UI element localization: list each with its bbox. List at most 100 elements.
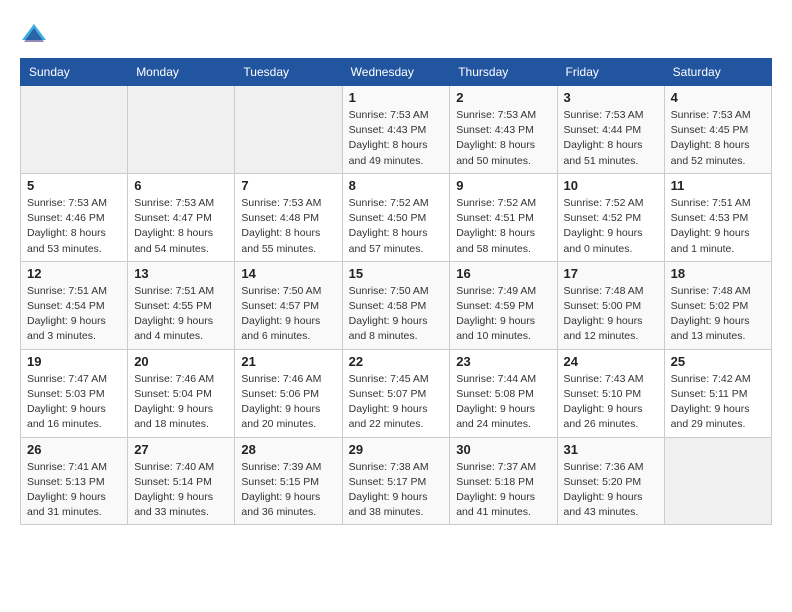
calendar-cell: 10 Sunrise: 7:52 AM Sunset: 4:52 PM Dayli… xyxy=(557,173,664,261)
calendar-cell: 21 Sunrise: 7:46 AM Sunset: 5:06 PM Dayli… xyxy=(235,349,342,437)
weekday-header-sunday: Sunday xyxy=(21,59,128,86)
calendar-header-row: SundayMondayTuesdayWednesdayThursdayFrid… xyxy=(21,59,772,86)
day-info: Sunrise: 7:42 AM Sunset: 5:11 PM Dayligh… xyxy=(671,372,765,433)
day-number: 14 xyxy=(241,266,335,281)
day-number: 22 xyxy=(349,354,444,369)
calendar-cell: 1 Sunrise: 7:53 AM Sunset: 4:43 PM Daylig… xyxy=(342,86,450,174)
calendar-cell: 11Sunrise: 7:51 AM Sunset: 4:53 PM Dayli… xyxy=(664,173,771,261)
weekday-header-wednesday: Wednesday xyxy=(342,59,450,86)
day-info: Sunrise: 7:53 AM Sunset: 4:45 PM Dayligh… xyxy=(671,108,765,169)
day-info: Sunrise: 7:51 AM Sunset: 4:53 PM Dayligh… xyxy=(671,196,765,257)
day-info: Sunrise: 7:53 AM Sunset: 4:47 PM Dayligh… xyxy=(134,196,228,257)
calendar-cell: 24 Sunrise: 7:43 AM Sunset: 5:10 PM Dayli… xyxy=(557,349,664,437)
day-number: 28 xyxy=(241,442,335,457)
day-number: 18 xyxy=(671,266,765,281)
day-number: 19 xyxy=(27,354,121,369)
calendar-cell: 12Sunrise: 7:51 AM Sunset: 4:54 PM Dayli… xyxy=(21,261,128,349)
day-info: Sunrise: 7:53 AM Sunset: 4:46 PM Dayligh… xyxy=(27,196,121,257)
day-number: 20 xyxy=(134,354,228,369)
day-number: 26 xyxy=(27,442,121,457)
weekday-header-monday: Monday xyxy=(128,59,235,86)
calendar-cell xyxy=(664,437,771,525)
day-info: Sunrise: 7:49 AM Sunset: 4:59 PM Dayligh… xyxy=(456,284,550,345)
calendar-cell: 7 Sunrise: 7:53 AM Sunset: 4:48 PM Daylig… xyxy=(235,173,342,261)
calendar-cell: 25 Sunrise: 7:42 AM Sunset: 5:11 PM Dayli… xyxy=(664,349,771,437)
calendar-week-1: 1 Sunrise: 7:53 AM Sunset: 4:43 PM Daylig… xyxy=(21,86,772,174)
calendar-week-2: 5 Sunrise: 7:53 AM Sunset: 4:46 PM Daylig… xyxy=(21,173,772,261)
logo-icon xyxy=(20,20,48,48)
day-info: Sunrise: 7:47 AM Sunset: 5:03 PM Dayligh… xyxy=(27,372,121,433)
calendar-cell: 3Sunrise: 7:53 AM Sunset: 4:44 PM Daylig… xyxy=(557,86,664,174)
day-info: Sunrise: 7:38 AM Sunset: 5:17 PM Dayligh… xyxy=(349,460,444,521)
day-number: 30 xyxy=(456,442,550,457)
day-info: Sunrise: 7:52 AM Sunset: 4:52 PM Dayligh… xyxy=(564,196,658,257)
calendar-cell xyxy=(235,86,342,174)
calendar-cell: 20 Sunrise: 7:46 AM Sunset: 5:04 PM Dayli… xyxy=(128,349,235,437)
day-number: 21 xyxy=(241,354,335,369)
calendar-cell: 26Sunrise: 7:41 AM Sunset: 5:13 PM Dayli… xyxy=(21,437,128,525)
calendar-week-3: 12Sunrise: 7:51 AM Sunset: 4:54 PM Dayli… xyxy=(21,261,772,349)
day-number: 7 xyxy=(241,178,335,193)
day-number: 9 xyxy=(456,178,550,193)
day-number: 8 xyxy=(349,178,444,193)
day-info: Sunrise: 7:48 AM Sunset: 5:00 PM Dayligh… xyxy=(564,284,658,345)
day-info: Sunrise: 7:43 AM Sunset: 5:10 PM Dayligh… xyxy=(564,372,658,433)
day-number: 12 xyxy=(27,266,121,281)
day-info: Sunrise: 7:52 AM Sunset: 4:50 PM Dayligh… xyxy=(349,196,444,257)
calendar-cell: 9 Sunrise: 7:52 AM Sunset: 4:51 PM Daylig… xyxy=(450,173,557,261)
day-info: Sunrise: 7:37 AM Sunset: 5:18 PM Dayligh… xyxy=(456,460,550,521)
day-info: Sunrise: 7:51 AM Sunset: 4:55 PM Dayligh… xyxy=(134,284,228,345)
calendar-cell: 28 Sunrise: 7:39 AM Sunset: 5:15 PM Dayli… xyxy=(235,437,342,525)
day-info: Sunrise: 7:53 AM Sunset: 4:43 PM Dayligh… xyxy=(349,108,444,169)
calendar-cell: 29 Sunrise: 7:38 AM Sunset: 5:17 PM Dayli… xyxy=(342,437,450,525)
calendar-cell: 5 Sunrise: 7:53 AM Sunset: 4:46 PM Daylig… xyxy=(21,173,128,261)
day-info: Sunrise: 7:46 AM Sunset: 5:04 PM Dayligh… xyxy=(134,372,228,433)
day-number: 10 xyxy=(564,178,658,193)
day-number: 29 xyxy=(349,442,444,457)
calendar-cell: 14 Sunrise: 7:50 AM Sunset: 4:57 PM Dayli… xyxy=(235,261,342,349)
day-number: 15 xyxy=(349,266,444,281)
weekday-header-thursday: Thursday xyxy=(450,59,557,86)
day-info: Sunrise: 7:50 AM Sunset: 4:57 PM Dayligh… xyxy=(241,284,335,345)
calendar-cell: 22 Sunrise: 7:45 AM Sunset: 5:07 PM Dayli… xyxy=(342,349,450,437)
calendar-cell: 16 Sunrise: 7:49 AM Sunset: 4:59 PM Dayli… xyxy=(450,261,557,349)
calendar-cell xyxy=(21,86,128,174)
day-number: 13 xyxy=(134,266,228,281)
calendar-cell: 2Sunrise: 7:53 AM Sunset: 4:43 PM Daylig… xyxy=(450,86,557,174)
day-number: 23 xyxy=(456,354,550,369)
day-number: 27 xyxy=(134,442,228,457)
calendar-cell: 23 Sunrise: 7:44 AM Sunset: 5:08 PM Dayli… xyxy=(450,349,557,437)
day-number: 17 xyxy=(564,266,658,281)
day-number: 16 xyxy=(456,266,550,281)
day-number: 4 xyxy=(671,90,765,105)
calendar-cell: 6Sunrise: 7:53 AM Sunset: 4:47 PM Daylig… xyxy=(128,173,235,261)
day-number: 5 xyxy=(27,178,121,193)
calendar-cell: 4 Sunrise: 7:53 AM Sunset: 4:45 PM Daylig… xyxy=(664,86,771,174)
weekday-header-tuesday: Tuesday xyxy=(235,59,342,86)
day-info: Sunrise: 7:39 AM Sunset: 5:15 PM Dayligh… xyxy=(241,460,335,521)
day-number: 25 xyxy=(671,354,765,369)
calendar-cell: 13 Sunrise: 7:51 AM Sunset: 4:55 PM Dayli… xyxy=(128,261,235,349)
calendar-cell: 31 Sunrise: 7:36 AM Sunset: 5:20 PM Dayli… xyxy=(557,437,664,525)
day-info: Sunrise: 7:53 AM Sunset: 4:44 PM Dayligh… xyxy=(564,108,658,169)
calendar-cell: 8 Sunrise: 7:52 AM Sunset: 4:50 PM Daylig… xyxy=(342,173,450,261)
day-info: Sunrise: 7:53 AM Sunset: 4:43 PM Dayligh… xyxy=(456,108,550,169)
page-header xyxy=(20,20,772,48)
calendar-week-5: 26Sunrise: 7:41 AM Sunset: 5:13 PM Dayli… xyxy=(21,437,772,525)
day-info: Sunrise: 7:36 AM Sunset: 5:20 PM Dayligh… xyxy=(564,460,658,521)
day-info: Sunrise: 7:45 AM Sunset: 5:07 PM Dayligh… xyxy=(349,372,444,433)
calendar-cell xyxy=(128,86,235,174)
day-info: Sunrise: 7:46 AM Sunset: 5:06 PM Dayligh… xyxy=(241,372,335,433)
day-info: Sunrise: 7:48 AM Sunset: 5:02 PM Dayligh… xyxy=(671,284,765,345)
day-info: Sunrise: 7:44 AM Sunset: 5:08 PM Dayligh… xyxy=(456,372,550,433)
calendar-cell: 27 Sunrise: 7:40 AM Sunset: 5:14 PM Dayli… xyxy=(128,437,235,525)
day-info: Sunrise: 7:53 AM Sunset: 4:48 PM Dayligh… xyxy=(241,196,335,257)
day-number: 31 xyxy=(564,442,658,457)
day-info: Sunrise: 7:52 AM Sunset: 4:51 PM Dayligh… xyxy=(456,196,550,257)
day-info: Sunrise: 7:50 AM Sunset: 4:58 PM Dayligh… xyxy=(349,284,444,345)
day-info: Sunrise: 7:40 AM Sunset: 5:14 PM Dayligh… xyxy=(134,460,228,521)
weekday-header-friday: Friday xyxy=(557,59,664,86)
day-number: 1 xyxy=(349,90,444,105)
weekday-header-saturday: Saturday xyxy=(664,59,771,86)
day-number: 24 xyxy=(564,354,658,369)
